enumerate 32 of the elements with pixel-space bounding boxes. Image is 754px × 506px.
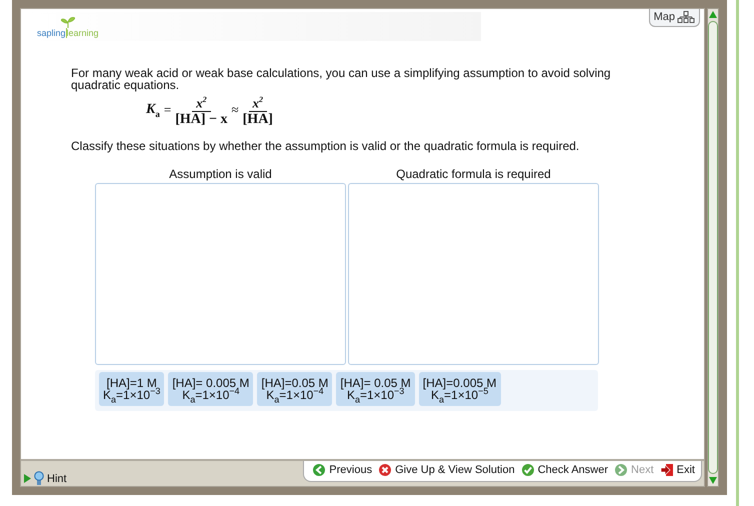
question-text: For many weak acid or weak base calculations, you can use a simplifying assumption to avoid solving quadratic equations.: [71, 67, 612, 91]
instruction-text: Classify these situations by whether the assumption is valid or the quadratic formula is required.: [71, 139, 580, 153]
answer-tile[interactable]: [HA]=0.05 M K$_{a}$=1×10$^{−4}$: [257, 372, 332, 406]
nav-button[interactable]: Previous: [312, 463, 372, 477]
formula-denominator: [HA] − x: [175, 112, 228, 128]
formula-symbol: ≈: [232, 102, 239, 118]
lightbulb-icon: [34, 471, 44, 486]
scrollbar-thumb[interactable]: [708, 21, 718, 474]
sprout-icon: [61, 16, 75, 28]
formula-denominator: [HA]: [242, 112, 273, 128]
answer-tile[interactable]: [HA]=1 M K$_{a}$=1×10$^{−3}$: [99, 372, 164, 406]
map-button[interactable]: Map: [648, 9, 700, 27]
expand-arrow-icon: [23, 474, 31, 483]
answer-tile[interactable]: [HA]=0.005 M K$_{a}$=1×10$^{−5}$: [418, 372, 501, 406]
answer-tile[interactable]: [HA]= 0.05 M K$_{a}$=1×10$^{−3}$: [336, 372, 415, 406]
zone-heading: Quadratic formula is required: [396, 167, 551, 183]
sitemap-icon: [677, 11, 695, 23]
scroll-down-icon[interactable]: [709, 477, 717, 484]
formula-symbol: K$_{a}$: [146, 102, 160, 118]
hint-toggle[interactable]: Hint: [21, 471, 67, 486]
scroll-up-icon[interactable]: [709, 11, 717, 18]
formula-numerator: x$^{2}$: [248, 92, 268, 112]
formula-numerator: x$^{2}$: [192, 92, 211, 112]
answer-tile[interactable]: [HA]= 0.005 M K$_{a}$=1×10$^{−4}$: [168, 372, 254, 406]
logo-text: learning: [66, 28, 99, 38]
logo-text: sapling: [37, 28, 66, 38]
nav-button[interactable]: Give Up & View Solution: [378, 463, 515, 477]
zone-heading: Assumption is valid: [169, 167, 272, 183]
scrollbar[interactable]: [707, 8, 719, 487]
nav-button[interactable]: Exit: [660, 463, 695, 477]
nav-button[interactable]: Check Answer: [520, 463, 608, 477]
formula-symbol: =: [164, 102, 172, 118]
